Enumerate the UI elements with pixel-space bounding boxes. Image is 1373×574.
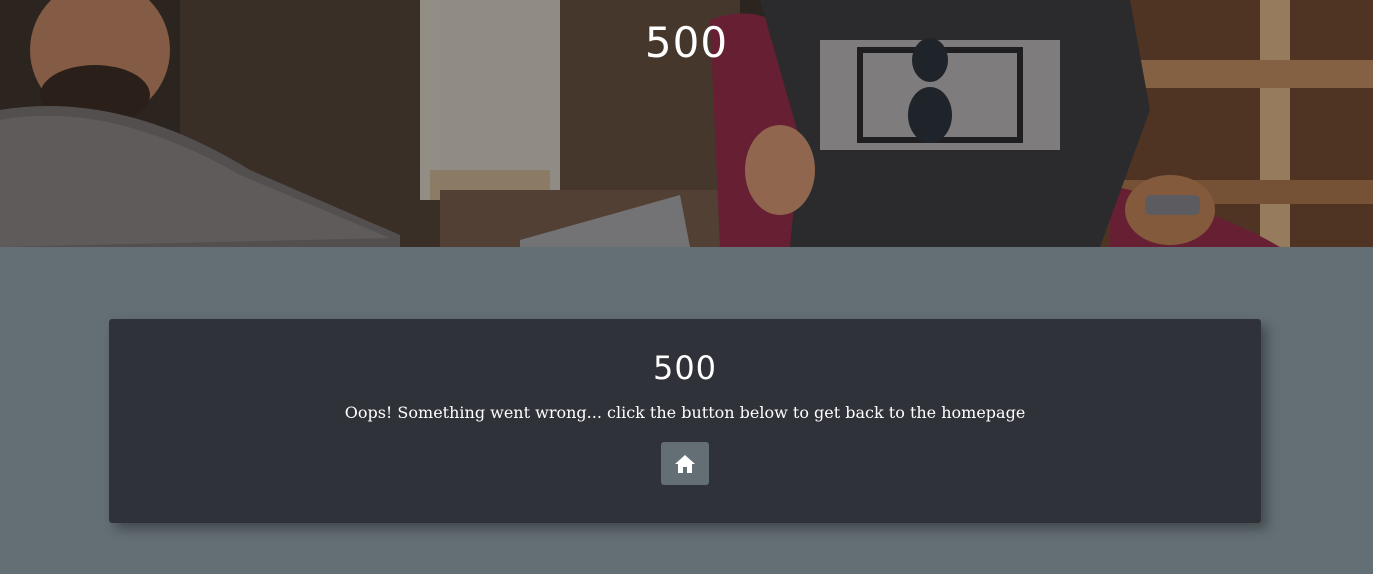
home-button[interactable] (661, 442, 709, 485)
error-code-heading: 500 (652, 349, 718, 387)
home-icon (675, 454, 695, 473)
main-content: 500 Oops! Something went wrong... click … (0, 247, 1373, 574)
hero-title: 500 (644, 18, 729, 67)
error-card: 500 Oops! Something went wrong... click … (109, 319, 1261, 523)
error-message: Oops! Something went wrong... click the … (344, 403, 1026, 422)
hero-banner: 500 (0, 0, 1373, 247)
